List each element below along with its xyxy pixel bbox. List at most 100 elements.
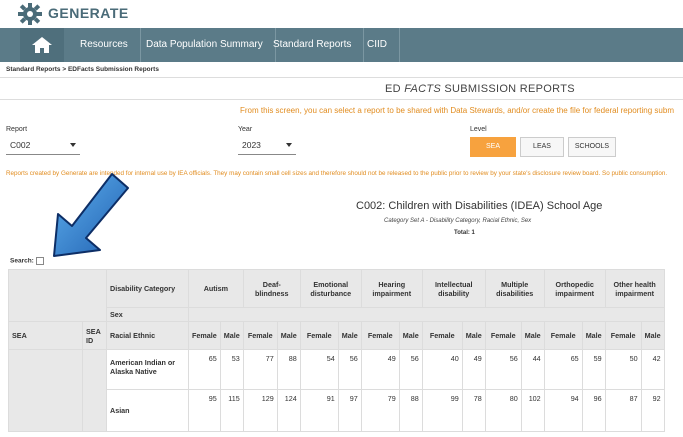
header-male: Male <box>640 321 665 350</box>
header-disability-category: Disability Category <box>106 269 189 308</box>
header-category-emotional-disturbance: Emotional disturbance <box>299 269 362 308</box>
value-cell: 49 <box>461 349 486 390</box>
value-cell: 42 <box>640 349 665 390</box>
value-cell: 56 <box>484 349 522 390</box>
value-cell: 54 <box>299 349 339 390</box>
nav-item-standard-reports[interactable]: Standard Reports <box>261 28 365 62</box>
home-button[interactable] <box>20 28 64 62</box>
value-cell: 129 <box>242 389 278 432</box>
search-checkbox[interactable] <box>35 257 44 265</box>
header-male: Male <box>398 321 423 350</box>
value-cell: 87 <box>604 389 642 432</box>
header-category-intellectual-disability: Intellectual disability <box>421 269 486 308</box>
table-header-blank <box>8 269 107 322</box>
search-label: Search: <box>10 257 34 265</box>
value-cell: 65 <box>543 349 583 390</box>
sea-cell <box>8 349 83 432</box>
header-sea: SEA <box>8 321 83 350</box>
level-label: Level <box>470 126 487 133</box>
value-cell: 80 <box>484 389 522 432</box>
header-male: Male <box>581 321 606 350</box>
nav-item-ciid[interactable]: CIID <box>355 28 400 62</box>
value-cell: 94 <box>543 389 583 432</box>
report-label: Report <box>6 126 28 133</box>
header-male: Male <box>276 321 301 350</box>
header-category-multiple-disabilities: Multiple disabilities <box>484 269 545 308</box>
header-female: Female <box>421 321 463 350</box>
value-cell: 91 <box>299 389 339 432</box>
value-cell: 59 <box>581 349 606 390</box>
value-cell: 79 <box>360 389 400 432</box>
chevron-down-icon <box>70 143 76 147</box>
value-cell: 44 <box>520 349 545 390</box>
divider <box>0 77 683 78</box>
value-cell: 99 <box>421 389 463 432</box>
header-female: Female <box>543 321 583 350</box>
nav-item-resources[interactable]: Resources <box>68 28 141 62</box>
year-select[interactable]: 2023 <box>238 136 296 155</box>
main-nav: Resources Data Population Summary Standa… <box>0 28 683 62</box>
sex-row-spacer <box>188 307 665 322</box>
logo-bar: GENERATE <box>0 0 683 28</box>
level-sea-button[interactable]: SEA <box>470 137 516 157</box>
report-subtitle: Category Set A - Disability Category, Ra… <box>384 218 532 224</box>
year-label: Year <box>238 126 253 133</box>
header-female: Female <box>484 321 522 350</box>
value-cell: 40 <box>421 349 463 390</box>
race-cell: American Indian or Alaska Native <box>106 349 189 390</box>
value-cell: 50 <box>604 349 642 390</box>
header-sea-id: SEA ID <box>82 321 107 350</box>
header-sex: Sex <box>106 307 189 322</box>
value-cell: 53 <box>219 349 244 390</box>
header-category-other-health-impairment: Other health impairment <box>604 269 665 308</box>
value-cell: 65 <box>188 349 221 390</box>
intro-text: From this screen, you can select a repor… <box>240 106 674 115</box>
value-cell: 115 <box>219 389 244 432</box>
value-cell: 56 <box>337 349 362 390</box>
report-total: Total: 1 <box>454 230 475 236</box>
nav-item-data-population-summary[interactable]: Data Population Summary <box>134 28 276 62</box>
value-cell: 56 <box>398 349 423 390</box>
breadcrumb: Standard Reports > EDFacts Submission Re… <box>6 66 159 73</box>
value-cell: 102 <box>520 389 545 432</box>
divider <box>0 99 683 100</box>
header-category-hearing-impairment: Hearing impairment <box>360 269 423 308</box>
header-racial-ethnic: Racial Ethnic <box>106 321 189 350</box>
header-category-orthopedic-impairment: Orthopedic impairment <box>543 269 606 308</box>
race-cell: Asian <box>106 389 189 432</box>
value-cell: 95 <box>188 389 221 432</box>
value-cell: 97 <box>337 389 362 432</box>
value-cell: 124 <box>276 389 301 432</box>
value-cell: 77 <box>242 349 278 390</box>
header-category-autism: Autism <box>188 269 244 308</box>
gear-logo-icon <box>18 3 42 25</box>
level-schools-button[interactable]: SCHOOLS <box>568 137 616 157</box>
level-leas-button[interactable]: LEAS <box>520 137 564 157</box>
app-brand: GENERATE <box>48 5 129 21</box>
value-cell: 92 <box>640 389 665 432</box>
report-table: Disability Category Autism Deaf-blindnes… <box>8 269 665 432</box>
header-male: Male <box>520 321 545 350</box>
pointer-arrow-icon <box>53 173 129 257</box>
report-title: C002: Children with Disabilities (IDEA) … <box>356 200 603 212</box>
header-female: Female <box>299 321 339 350</box>
value-cell: 49 <box>360 349 400 390</box>
chevron-down-icon <box>286 143 292 147</box>
header-female: Female <box>242 321 278 350</box>
sea-id-cell <box>82 349 107 432</box>
home-icon <box>32 37 52 53</box>
value-cell: 78 <box>461 389 486 432</box>
table-row: Asian 95 115 129 124 91 97 79 88 99 78 8… <box>9 389 665 432</box>
header-female: Female <box>360 321 400 350</box>
header-category-deaf-blindness: Deaf-blindness <box>242 269 301 308</box>
report-select[interactable]: C002 <box>6 136 80 155</box>
search-toggle[interactable]: Search: <box>10 257 44 265</box>
header-male: Male <box>219 321 244 350</box>
header-female: Female <box>188 321 221 350</box>
value-cell: 88 <box>276 349 301 390</box>
header-male: Male <box>461 321 486 350</box>
table-row: American Indian or Alaska Native 65 53 7… <box>8 349 665 432</box>
header-female: Female <box>604 321 642 350</box>
value-cell: 96 <box>581 389 606 432</box>
header-male: Male <box>337 321 362 350</box>
